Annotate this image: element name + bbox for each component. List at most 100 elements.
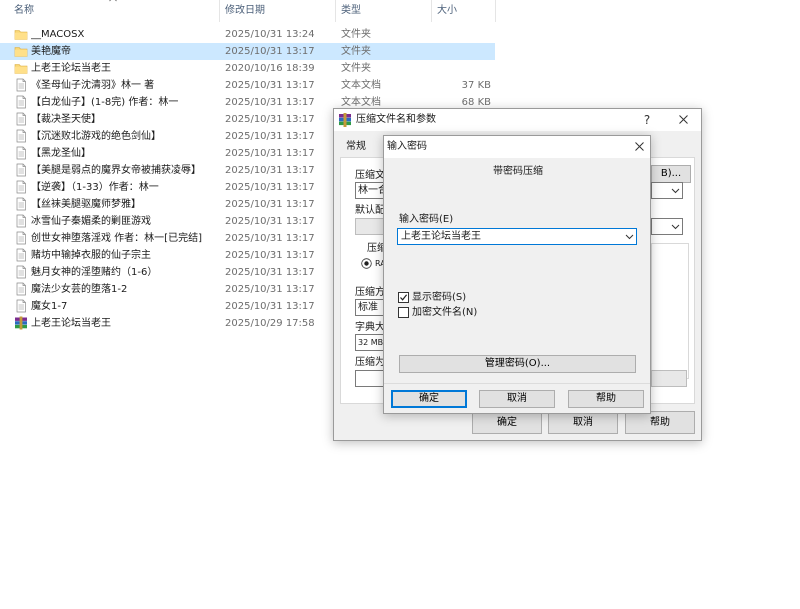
tab-general[interactable]: 常规	[346, 140, 366, 153]
column-divider[interactable]	[431, 0, 432, 22]
ok-button[interactable]: 确定	[391, 390, 467, 408]
show-password-checkbox[interactable]	[398, 292, 409, 303]
dialog-title: 输入密码	[387, 141, 427, 152]
folder-icon	[14, 64, 28, 74]
file-modified-date: 2025/10/31 13:17	[225, 301, 315, 312]
file-modified-date: 2025/10/31 13:17	[225, 233, 315, 244]
password-input[interactable]: 上老王论坛当老王	[397, 228, 637, 245]
file-modified-date: 2025/10/31 13:17	[225, 284, 315, 295]
dialog-titlebar[interactable]: 压缩文件名和参数 ?	[334, 109, 701, 131]
file-row[interactable]: __MACOSX 2025/10/31 13:24 文件夹	[0, 26, 495, 43]
file-name: 《圣母仙子沈清羽》林一 著	[31, 80, 155, 91]
column-header-date[interactable]: 修改日期	[225, 0, 265, 22]
organize-passwords-button[interactable]: 管理密码(O)...	[399, 355, 636, 373]
password-value: 上老王论坛当老王	[401, 231, 481, 242]
text-file-icon	[16, 299, 26, 313]
file-name: 冰雪仙子秦媚柔的剿匪游戏	[31, 216, 151, 227]
radio-rar-icon[interactable]	[361, 258, 372, 269]
ok-button[interactable]: 确定	[472, 411, 542, 434]
column-divider[interactable]	[335, 0, 336, 22]
set-password-area[interactable]	[651, 370, 687, 387]
file-modified-date: 2025/10/31 13:17	[225, 182, 315, 193]
file-modified-date: 2025/10/31 13:17	[225, 46, 315, 57]
file-name: 【裁决圣天使】	[31, 114, 101, 125]
options-dropdown[interactable]	[651, 218, 683, 235]
file-modified-date: 2025/10/31 13:17	[225, 250, 315, 261]
compression-method-value: 标准	[358, 302, 378, 313]
file-row[interactable]: 上老王论坛当老王 2020/10/16 18:39 文件夹	[0, 60, 495, 77]
compression-method-label: 压缩方	[355, 287, 385, 298]
encrypt-file-names-checkbox[interactable]	[398, 307, 409, 318]
update-mode-dropdown[interactable]	[651, 182, 683, 199]
file-size	[431, 26, 491, 43]
browse-button[interactable]: B)...	[651, 165, 691, 183]
column-divider[interactable]	[495, 0, 496, 22]
file-size	[431, 60, 491, 77]
text-file-icon	[16, 265, 26, 279]
dictionary-size-label: 字典大	[355, 322, 385, 333]
help-button[interactable]: 帮助	[568, 390, 644, 408]
encrypt-file-names-label[interactable]: 加密文件名(N)	[412, 306, 477, 319]
file-row[interactable]: 美艳魔帝 2025/10/31 13:17 文件夹	[0, 43, 495, 60]
column-header-type[interactable]: 类型	[341, 0, 361, 22]
close-button[interactable]	[670, 109, 696, 131]
file-name: 美艳魔帝	[31, 46, 71, 57]
chevron-down-icon	[671, 224, 680, 230]
help-button[interactable]: 帮助	[625, 411, 695, 434]
file-type: 文件夹	[341, 63, 371, 74]
file-row[interactable]: 《圣母仙子沈清羽》林一 著 2025/10/31 13:17 文本文档 37 KB	[0, 77, 495, 94]
file-name: 创世女神堕落淫戏 作者：林一[已完结]	[31, 233, 202, 244]
chevron-down-icon[interactable]	[625, 232, 634, 241]
column-header-name[interactable]: 名称	[14, 0, 34, 22]
close-icon	[678, 115, 688, 124]
file-size	[431, 43, 491, 60]
sort-ascending-icon[interactable]	[109, 0, 117, 2]
text-file-icon	[16, 78, 26, 92]
button-row-divider	[384, 383, 650, 384]
options-group-box	[651, 243, 689, 379]
winrar-archive-icon	[15, 316, 27, 330]
file-modified-date: 2025/10/31 13:17	[225, 97, 315, 108]
file-modified-date: 2025/10/31 13:24	[225, 29, 315, 40]
file-name: 【美腿是弱点的魔界女帝被捕获凌辱】	[31, 165, 201, 176]
dialog-titlebar[interactable]: 输入密码	[384, 136, 650, 158]
close-icon	[634, 142, 644, 151]
checkmark-icon	[400, 294, 408, 301]
file-modified-date: 2025/10/29 17:58	[225, 318, 315, 329]
chevron-down-icon	[671, 188, 680, 194]
text-file-icon	[16, 248, 26, 262]
cancel-button[interactable]: 取消	[548, 411, 618, 434]
file-modified-date: 2020/10/16 18:39	[225, 63, 315, 74]
file-modified-date: 2025/10/31 13:17	[225, 267, 315, 278]
text-file-icon	[16, 163, 26, 177]
folder-icon	[14, 47, 28, 57]
file-name: 【白龙仙子】(1-8完) 作者：林一	[31, 97, 179, 108]
default-profile-label: 默认配	[355, 205, 385, 216]
column-divider[interactable]	[219, 0, 220, 22]
file-name: 魅月女神的淫堕赌约（1-6）	[31, 267, 158, 278]
winrar-icon	[339, 113, 351, 127]
text-file-icon	[16, 282, 26, 296]
file-name: 魔法少女芸的堕落1-2	[31, 284, 128, 295]
show-password-label[interactable]: 显示密码(S)	[412, 291, 466, 304]
close-button[interactable]	[626, 136, 652, 158]
file-modified-date: 2025/10/31 13:17	[225, 80, 315, 91]
file-name: 【沉迷败北游戏的绝色剑仙】	[31, 131, 161, 142]
file-name: 赌坊中输掉衣服的仙子宗主	[31, 250, 151, 261]
text-file-icon	[16, 214, 26, 228]
file-name: 上老王论坛当老王	[31, 63, 111, 74]
file-name: 【黑龙圣仙】	[31, 148, 91, 159]
dictionary-size-value: 32 MB	[358, 338, 384, 347]
column-header-size[interactable]: 大小	[437, 0, 457, 22]
file-name: 上老王论坛当老王	[31, 318, 111, 329]
text-file-icon	[16, 95, 26, 109]
dialog-title: 压缩文件名和参数	[356, 114, 436, 125]
enter-password-label: 输入密码(E)	[399, 214, 454, 225]
cancel-button[interactable]: 取消	[479, 390, 555, 408]
file-modified-date: 2025/10/31 13:17	[225, 114, 315, 125]
help-title-button[interactable]: ?	[634, 109, 660, 131]
file-name: 【逆袭】（1-33）作者：林一	[31, 182, 159, 193]
text-file-icon	[16, 231, 26, 245]
text-file-icon	[16, 146, 26, 160]
archive-name-label: 压缩文	[355, 170, 385, 181]
